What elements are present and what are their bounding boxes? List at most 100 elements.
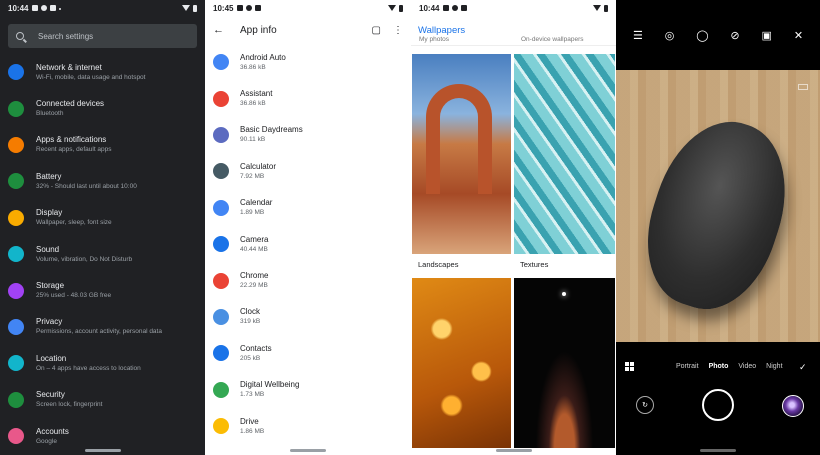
app-list-item[interactable]: Camera 40.44 MB	[205, 226, 411, 262]
settings-item-title: Battery	[36, 171, 62, 181]
app-name: Chrome	[240, 271, 269, 281]
settings-item-subtitle: Wallpaper, sleep, font size	[36, 219, 112, 227]
gesture-nav-bar[interactable]	[495, 449, 532, 452]
wallpaper-space[interactable]	[514, 278, 615, 448]
motion-icon[interactable]: ◎	[665, 29, 675, 42]
wifi-signal-icon	[388, 5, 396, 11]
settings-item-title: Connected devices	[36, 99, 105, 109]
settings-item[interactable]: Storage 25% used - 48.03 GB free	[0, 272, 205, 308]
gesture-nav-bar[interactable]	[700, 449, 736, 452]
settings-gear-icon	[41, 5, 48, 11]
more-modes-icon[interactable]	[625, 362, 634, 371]
app-list-item[interactable]: Basic Daydreams 90.11 kB	[205, 117, 411, 153]
wallpapers-screen: 10:44 Wallpapers My photos On-device wal…	[411, 0, 616, 455]
wallpaper-bokeh[interactable]	[412, 278, 511, 448]
settings-item[interactable]: Location On – 4 apps have access to locat…	[0, 345, 205, 381]
settings-item-title: Storage	[36, 281, 65, 291]
app-list-item[interactable]: Drive 1.86 MB	[205, 408, 411, 444]
settings-item-subtitle: 32% - Should last until about 10:00	[36, 182, 137, 190]
status-bar: 10:44	[0, 0, 205, 16]
app-list-item[interactable]: Digital Wellbeing 1.73 MB	[205, 372, 411, 408]
settings-item[interactable]: Display Wallpaper, sleep, font size	[0, 200, 205, 236]
back-arrow-icon[interactable]: ←	[213, 24, 224, 36]
storage-icon	[8, 282, 24, 299]
mode-photo[interactable]: Photo	[709, 363, 729, 370]
youtube-icon	[255, 5, 262, 11]
app-list: Android Auto 36.86 kB Assistant 36.86 kB Bas…	[205, 44, 411, 444]
app-size: 1.86 MB	[240, 427, 265, 435]
youtube-icon	[50, 5, 57, 11]
settings-item-subtitle: Recent apps, default apps	[36, 146, 112, 154]
app-name: Drive	[240, 416, 259, 426]
wallpaper-landscapes[interactable]	[412, 54, 511, 254]
lens-icon[interactable]: ✓	[799, 362, 807, 373]
gesture-nav-bar[interactable]	[290, 449, 326, 452]
app-list-item[interactable]: Assistant 36.86 kB	[205, 80, 411, 116]
settings-item-title: Sound	[36, 244, 60, 254]
settings-item-title: Location	[36, 353, 67, 363]
assistant-icon	[213, 90, 229, 107]
settings-item-subtitle: Volume, vibration, Do Not Disturb	[36, 255, 133, 263]
wifi-signal-icon	[593, 5, 601, 11]
app-size: 205 kB	[240, 354, 261, 362]
app-list-item[interactable]: Clock 319 kB	[205, 299, 411, 335]
mode-video[interactable]: Video	[738, 363, 756, 370]
status-time: 10:44	[419, 3, 440, 13]
status-time: 10:44	[8, 3, 29, 13]
category-label-textures: Textures	[514, 254, 615, 276]
aspect-ratio-icon[interactable]: ▣	[762, 29, 772, 42]
timer-off-icon[interactable]: ◯	[696, 29, 708, 42]
search-settings-bar[interactable]: Search settings	[8, 24, 197, 48]
shutter-button[interactable]	[702, 389, 734, 421]
gallery-icon	[443, 5, 450, 11]
settings-item-subtitle: On – 4 apps have access to location	[36, 364, 141, 372]
settings-item[interactable]: Apps & notifications Recent apps, default…	[0, 127, 205, 163]
settings-item-title: Apps & notifications	[36, 135, 107, 145]
flash-off-icon[interactable]: ✕	[794, 29, 803, 42]
app-list-item[interactable]: Calendar 1.89 MB	[205, 190, 411, 226]
settings-item[interactable]: Battery 32% - Should last until about 10:…	[0, 163, 205, 199]
wifi-icon	[8, 64, 24, 81]
settings-item[interactable]: Privacy Permissions, account activity, pe…	[0, 309, 205, 345]
app-name: Basic Daydreams	[240, 125, 303, 135]
wallpaper-textures[interactable]	[514, 54, 615, 254]
app-list-item[interactable]: Chrome 22.29 MB	[205, 262, 411, 298]
hdr-off-icon[interactable]: ⊘	[730, 29, 739, 42]
chrome-icon	[213, 272, 229, 289]
gallery-icon	[32, 5, 39, 11]
settings-item[interactable]: Network & internet Wi-Fi, mobile, data us…	[0, 54, 205, 90]
app-size: 36.86 kB	[240, 100, 266, 108]
battery-status-icon	[399, 4, 403, 12]
status-bar: 10:45	[205, 0, 411, 16]
mode-night[interactable]: Night	[766, 363, 782, 370]
settings-item[interactable]: Sound Volume, vibration, Do Not Disturb	[0, 236, 205, 272]
settings-item[interactable]: Security Screen lock, fingerprint	[0, 382, 205, 418]
camera-screen: ☰ ◎ ◯ ⊘ ▣ ✕ Portrait Photo Video Night ✓…	[616, 0, 820, 455]
settings-item-title: Display	[36, 208, 63, 218]
app-size: 7.92 MB	[240, 172, 265, 180]
app-list-item[interactable]: Android Auto 36.86 kB	[205, 44, 411, 80]
app-name: Calendar	[240, 198, 273, 208]
search-apps-icon[interactable]: ▢	[372, 25, 381, 36]
privacy-icon	[8, 318, 24, 335]
last-photo-thumbnail[interactable]	[782, 395, 804, 417]
camera-mode-bar: Portrait Photo Video Night	[616, 362, 820, 371]
gesture-nav-bar[interactable]	[84, 449, 121, 452]
settings-item-subtitle: 25% used - 48.03 GB free	[36, 292, 112, 300]
apps-icon	[8, 136, 24, 153]
app-name: Calculator	[240, 161, 277, 171]
app-list-item[interactable]: Calculator 7.92 MB	[205, 153, 411, 189]
wellbeing-icon	[213, 381, 229, 398]
settings-item[interactable]: Connected devices Bluetooth	[0, 90, 205, 126]
overflow-menu-icon[interactable]: ⋮	[393, 25, 403, 36]
app-size: 36.86 kB	[240, 63, 266, 71]
battery-status-icon	[193, 4, 197, 12]
camera-top-controls: ☰ ◎ ◯ ⊘ ▣ ✕	[616, 0, 820, 70]
settings-item-title: Privacy	[36, 317, 63, 327]
settings-item-title: Security	[36, 390, 65, 400]
app-list-item[interactable]: Contacts 205 kB	[205, 335, 411, 371]
menu-icon[interactable]: ☰	[633, 29, 643, 42]
mode-portrait[interactable]: Portrait	[676, 363, 699, 370]
camera-viewfinder[interactable]	[616, 70, 820, 342]
switch-camera-icon[interactable]: ↻	[636, 396, 654, 414]
